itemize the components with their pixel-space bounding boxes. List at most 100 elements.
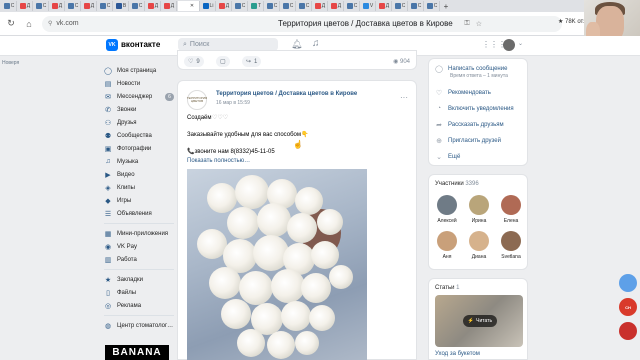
phone-icon: ✆	[105, 106, 111, 114]
sidebar-item[interactable]: ▥ Работа	[104, 253, 174, 266]
avatar[interactable]	[503, 39, 515, 51]
extension-badge-icon[interactable]	[619, 322, 637, 340]
rose-flower	[287, 213, 317, 243]
articles-title[interactable]: Статьи 1	[435, 285, 459, 291]
sidebar-item[interactable]: ⚇ Друзья	[104, 116, 174, 129]
vk-brand[interactable]: вконтакте	[121, 40, 160, 49]
sidebar-item[interactable]: ✉ Мессенджер 6	[104, 90, 174, 103]
member-item[interactable]: Елена	[498, 195, 524, 224]
sidebar-item[interactable]: ▶ Видео	[104, 168, 174, 181]
refresh-icon[interactable]: ↻	[4, 17, 18, 31]
browser-tab[interactable]: ✕	[178, 1, 200, 11]
member-item[interactable]: Svetlana	[498, 231, 524, 260]
sidebar-item[interactable]: ◆ Игры	[104, 194, 174, 207]
community-avatar[interactable]: ТЕРРИТОРИЯ ЦВЕТОВ	[187, 90, 207, 110]
comment-button[interactable]: ▢	[216, 56, 230, 67]
community-action[interactable]: ◯ Написать сообщение	[435, 65, 507, 73]
extension-badge-icon[interactable]	[619, 274, 637, 292]
browser-tab[interactable]: C	[2, 1, 17, 11]
chevron-down-icon[interactable]: ⌄	[518, 40, 523, 47]
tab-label: +	[443, 1, 449, 11]
extension-badge-icon[interactable]: CH	[619, 298, 637, 316]
tab-label: V	[369, 3, 374, 9]
browser-tab[interactable]: C	[98, 1, 113, 11]
post-date[interactable]: 16 мар в 15:59	[216, 100, 250, 106]
member-item[interactable]: Диана	[466, 231, 492, 260]
post-photo[interactable]	[187, 169, 367, 360]
post-text-line: Заказывайте удобным для вас способом👇	[187, 132, 309, 138]
share-button[interactable]: ↪ 1	[242, 56, 262, 67]
browser-tab[interactable]: B	[114, 1, 129, 11]
browser-tab[interactable]: Li	[201, 1, 216, 11]
member-item[interactable]: Алексей	[434, 195, 460, 224]
community-action[interactable]: ➦ Рассказать друзьям	[435, 121, 504, 129]
browser-tab[interactable]: C	[393, 1, 408, 11]
bookmark-star-icon[interactable]: ☆	[476, 20, 482, 28]
browser-tab[interactable]: Д	[217, 1, 232, 11]
tab-favicon-icon	[394, 3, 401, 9]
browser-tab[interactable]: C	[66, 1, 81, 11]
banana-banner[interactable]: BANANA	[105, 345, 169, 360]
browser-tab[interactable]: T	[249, 1, 264, 11]
sidebar-item[interactable]: ☰ Объявления	[104, 207, 174, 220]
browser-tab[interactable]: C	[345, 1, 360, 11]
sidebar-item[interactable]: ★ Закладки	[104, 273, 174, 286]
sidebar-item[interactable]: ⚉ Сообщества	[104, 129, 174, 142]
browser-tab[interactable]: Д	[313, 1, 328, 11]
like-button[interactable]: ♡ 9	[184, 56, 204, 67]
community-action[interactable]: ◔ Включить уведомления	[435, 105, 514, 112]
article-caption[interactable]: Уход за букетом	[435, 351, 480, 357]
music-icon[interactable]: ♫	[312, 38, 320, 49]
sidebar-item[interactable]: ◈ Клипы	[104, 181, 174, 194]
sidebar-item[interactable]: ◎ Реклама	[104, 299, 174, 312]
browser-tab[interactable]: C	[425, 1, 440, 11]
unread-badge: 6	[165, 93, 174, 101]
sidebar-item[interactable]: ◍ Центр стоматолог…	[104, 319, 174, 332]
browser-tab[interactable]: Д	[377, 1, 392, 11]
new-tab-button[interactable]: +	[441, 1, 451, 11]
sidebar-item[interactable]: ▦ Мини-приложения	[104, 227, 174, 240]
more-options-icon[interactable]: ···	[400, 93, 408, 102]
browser-tab[interactable]: C	[265, 1, 280, 11]
sidebar-item[interactable]: ✆ Звонки	[104, 103, 174, 116]
sidebar-item-label: Фотографии	[117, 145, 152, 152]
member-item[interactable]: Ирина	[466, 195, 492, 224]
notifications-bell-icon[interactable]: 🔔︎	[291, 39, 302, 50]
vk-logo-icon[interactable]: VK	[106, 39, 118, 51]
community-action[interactable]: ⊕ Пригласить друзей	[435, 137, 501, 145]
show-more-link[interactable]: Показать полностью…	[187, 158, 250, 164]
browser-tab[interactable]: Д	[146, 1, 161, 11]
sidebar-item[interactable]: ▤ Новости	[104, 77, 174, 90]
member-item[interactable]: Аня	[434, 231, 460, 260]
sidebar-item[interactable]: ♫ Музыка	[104, 155, 174, 168]
home-icon[interactable]: ⌂	[22, 17, 36, 31]
read-button[interactable]: ⚡ Читать	[463, 315, 497, 327]
tab-label: C	[106, 3, 111, 9]
sidebar-item[interactable]: ▣ Фотографии	[104, 142, 174, 155]
members-title[interactable]: Участники 3396	[435, 181, 479, 187]
sidebar-item[interactable]: ▯ Файлы	[104, 286, 174, 299]
browser-tab[interactable]: C	[130, 1, 145, 11]
browser-tab[interactable]: C	[281, 1, 296, 11]
address-bar[interactable]: ⚲ vk.com Территория цветов / Доставка цв…	[42, 15, 562, 32]
browser-tab[interactable]: Д	[162, 1, 177, 11]
article-preview[interactable]: ⚡ Читать	[435, 295, 523, 347]
sidebar-item[interactable]: ◯ Моя страница	[104, 64, 174, 77]
browser-tab[interactable]: C	[34, 1, 49, 11]
browser-tab[interactable]: C	[297, 1, 312, 11]
browser-tab[interactable]: Д	[50, 1, 65, 11]
community-action[interactable]: ⌄ Ещё	[435, 153, 460, 161]
sidebar-item[interactable]: ◉ VK Pay	[104, 240, 174, 253]
tab-label: Д	[337, 3, 342, 9]
browser-tab[interactable]: Д	[329, 1, 344, 11]
community-action[interactable]: ♡ Рекомендовать	[435, 89, 491, 97]
community-action-label: Рассказать друзьям	[448, 122, 504, 128]
browser-tab[interactable]: Д	[18, 1, 33, 11]
browser-tab[interactable]: V	[361, 1, 376, 11]
post-author[interactable]: Территория цветов / Доставка цветов в Ки…	[216, 91, 357, 97]
browser-tab[interactable]: C	[409, 1, 424, 11]
browser-tab[interactable]: Д	[82, 1, 97, 11]
views-counter: ◉ 904	[393, 58, 410, 65]
lock-icon[interactable]: ⚿	[464, 20, 469, 28]
browser-tab[interactable]: C	[233, 1, 248, 11]
